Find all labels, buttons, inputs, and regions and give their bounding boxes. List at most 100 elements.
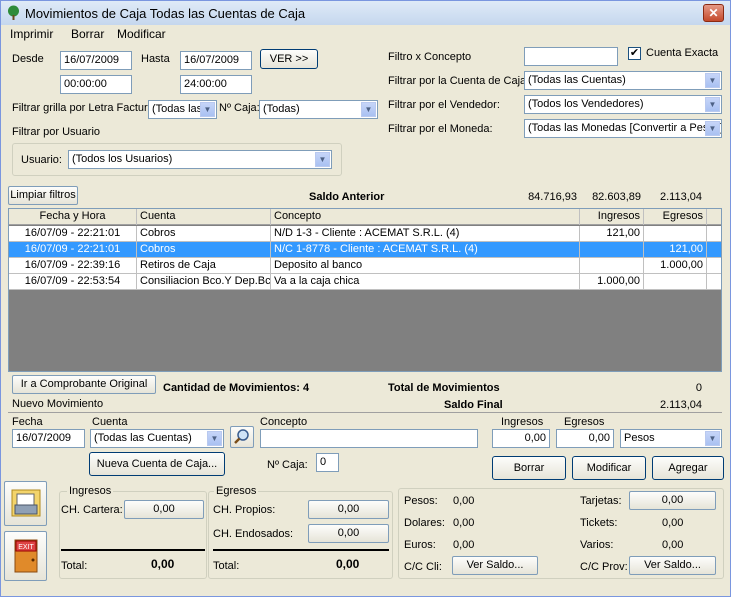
agregar-button[interactable]: Agregar	[652, 456, 724, 480]
divider	[213, 549, 389, 551]
vendedor-value: (Todos los Vendedores)	[528, 98, 644, 110]
search-cuenta-button[interactable]	[230, 426, 254, 448]
cell-concepto: N/C 1-8778 - Cliente : ACEMAT S.R.L. (4)	[271, 242, 580, 258]
cuenta-exacta-label: Cuenta Exacta	[646, 47, 719, 59]
hasta-time-input[interactable]: 24:00:00	[180, 75, 252, 94]
fecha-input[interactable]: 16/07/2009	[12, 429, 85, 448]
cell-ingresos	[580, 258, 644, 274]
cell-fecha: 16/07/09 - 22:53:54	[9, 274, 137, 290]
tickets-value: 0,00	[662, 517, 684, 529]
col-header-cuenta[interactable]: Cuenta	[137, 209, 271, 225]
letra-select[interactable]: (Todas las ▼	[148, 100, 217, 119]
cantidad-movimientos: Cantidad de Movimientos: 4	[163, 382, 310, 394]
cc-cli-ver-saldo-button[interactable]: Ver Saldo...	[452, 556, 538, 575]
cc-prov-label: C/C Prov:	[580, 561, 628, 573]
menu-bar: Imprimir Borrar Modificar	[1, 25, 730, 43]
menu-borrar[interactable]: Borrar	[71, 27, 104, 41]
cell-egresos: 121,00	[644, 242, 707, 258]
concepto-input[interactable]	[260, 429, 478, 448]
caja-label: Nº Caja:	[219, 102, 260, 114]
cell-cuenta: Cobros	[137, 226, 271, 242]
col-header-egresos[interactable]: Egresos	[644, 209, 707, 225]
ch-cartera-button[interactable]: 0,00	[124, 500, 204, 519]
ch-endosados-button[interactable]: 0,00	[308, 524, 389, 543]
borrar-button[interactable]: Borrar	[492, 456, 566, 480]
saldo-anterior-value-3: 2.113,04	[659, 191, 702, 203]
limpiar-filtros-button[interactable]: Limpiar filtros	[8, 186, 78, 205]
letra-value: (Todas las	[152, 103, 203, 115]
chevron-down-icon: ▼	[200, 102, 215, 117]
table-row[interactable]: 16/07/09 - 22:21:01 Cobros N/C 1-8778 - …	[9, 242, 721, 258]
tickets-label: Tickets:	[580, 517, 618, 529]
vendedor-select[interactable]: (Todos los Vendedores) ▼	[524, 95, 722, 114]
ingresos-total-value: 0,00	[151, 557, 175, 571]
modificar-button[interactable]: Modificar	[572, 456, 646, 480]
concepto-filter-input[interactable]	[524, 47, 618, 66]
printer-icon	[11, 489, 40, 517]
cell-ingresos: 1.000,00	[580, 274, 644, 290]
ingresos-input[interactable]: 0,00	[492, 429, 550, 448]
cuenta-caja-select[interactable]: (Todas las Cuentas) ▼	[524, 71, 722, 90]
cell-ingresos: 121,00	[580, 226, 644, 242]
cc-prov-ver-saldo-button[interactable]: Ver Saldo...	[629, 556, 716, 575]
cuenta-exacta-checkbox[interactable]: ✔	[628, 47, 641, 60]
title-bar[interactable]: Movimientos de Caja Todas las Cuentas de…	[1, 1, 730, 25]
chevron-down-icon: ▼	[705, 73, 720, 88]
saldo-final-label: Saldo Final	[444, 399, 503, 411]
total-movimientos-label: Total de Movimientos	[388, 382, 500, 394]
desde-time-input[interactable]: 00:00:00	[60, 75, 132, 94]
hasta-date-input[interactable]: 16/07/2009	[180, 51, 252, 70]
magnifier-icon	[234, 429, 249, 444]
cuenta-select[interactable]: (Todas las Cuentas) ▼	[90, 429, 224, 448]
ir-comprobante-button[interactable]: Ir a Comprobante Original	[12, 375, 156, 394]
concepto-filter-label: Filtro x Concepto	[388, 51, 472, 63]
moneda-label: Filtrar por el Moneda:	[388, 123, 493, 135]
egresos-input[interactable]: 0,00	[556, 429, 614, 448]
concepto-label: Concepto	[260, 416, 308, 428]
movimientos-grid[interactable]: Fecha y Hora Cuenta Concepto Ingresos Eg…	[8, 208, 722, 372]
saldo-final-value: 2.113,04	[659, 399, 702, 411]
ver-button[interactable]: VER >>	[260, 49, 318, 69]
cuenta-label: Cuenta	[92, 416, 128, 428]
nuevo-movimiento-label: Nuevo Movimiento	[12, 398, 104, 410]
cell-fecha: 16/07/09 - 22:21:01	[9, 226, 137, 242]
ch-propios-button[interactable]: 0,00	[308, 500, 389, 519]
table-row[interactable]: 16/07/09 - 22:53:54 Consiliacion Bco.Y D…	[9, 274, 721, 290]
ch-endosados-label: CH. Endosados:	[213, 528, 294, 540]
chevron-down-icon: ▼	[705, 97, 720, 112]
col-header-fecha[interactable]: Fecha y Hora	[9, 209, 137, 225]
tarjetas-button[interactable]: 0,00	[629, 491, 716, 510]
desde-date-input[interactable]: 16/07/2009	[60, 51, 132, 70]
moneda-nueva-select[interactable]: Pesos ▼	[620, 429, 722, 448]
col-header-concepto[interactable]: Concepto	[271, 209, 580, 225]
table-row[interactable]: 16/07/09 - 22:21:01 Cobros N/D 1-3 - Cli…	[9, 226, 721, 242]
print-button[interactable]	[4, 481, 47, 526]
menu-modificar[interactable]: Modificar	[117, 27, 166, 41]
nro-caja-input[interactable]: 0	[316, 453, 339, 472]
close-icon: ✕	[708, 6, 719, 20]
egresos-total-label: Total:	[213, 560, 240, 572]
ingresos-label: Ingresos	[501, 416, 544, 428]
exit-door-icon: EXIT	[14, 539, 37, 573]
saldo-anterior-value-1: 84.716,93	[528, 191, 577, 203]
cell-concepto: Va a la caja chica	[271, 274, 580, 290]
usuario-select[interactable]: (Todos los Usuarios) ▼	[68, 150, 332, 169]
ingresos-total-label: Total:	[61, 560, 88, 572]
varios-label: Varios:	[580, 539, 614, 551]
menu-imprimir[interactable]: Imprimir	[10, 27, 53, 41]
close-button[interactable]: ✕	[703, 4, 724, 22]
exit-button[interactable]: EXIT	[4, 531, 47, 581]
chevron-down-icon: ▼	[315, 152, 330, 167]
moneda-select[interactable]: (Todas las Monedas [Convertir a Pesos] ▼	[524, 119, 722, 138]
nueva-cuenta-button[interactable]: Nueva Cuenta de Caja...	[89, 452, 225, 476]
table-row[interactable]: 16/07/09 - 22:39:16 Retiros de Caja Depo…	[9, 258, 721, 274]
usuario-label: Usuario:	[21, 154, 62, 166]
tree-icon	[8, 5, 19, 20]
caja-select[interactable]: (Todas) ▼	[259, 100, 378, 119]
cell-concepto: N/D 1-3 - Cliente : ACEMAT S.R.L. (4)	[271, 226, 580, 242]
saldo-anterior-label: Saldo Anterior	[309, 191, 385, 203]
cell-egresos: 1.000,00	[644, 258, 707, 274]
euros-label: Euros:	[404, 539, 436, 551]
chevron-down-icon: ▼	[207, 431, 222, 446]
col-header-ingresos[interactable]: Ingresos	[580, 209, 644, 225]
